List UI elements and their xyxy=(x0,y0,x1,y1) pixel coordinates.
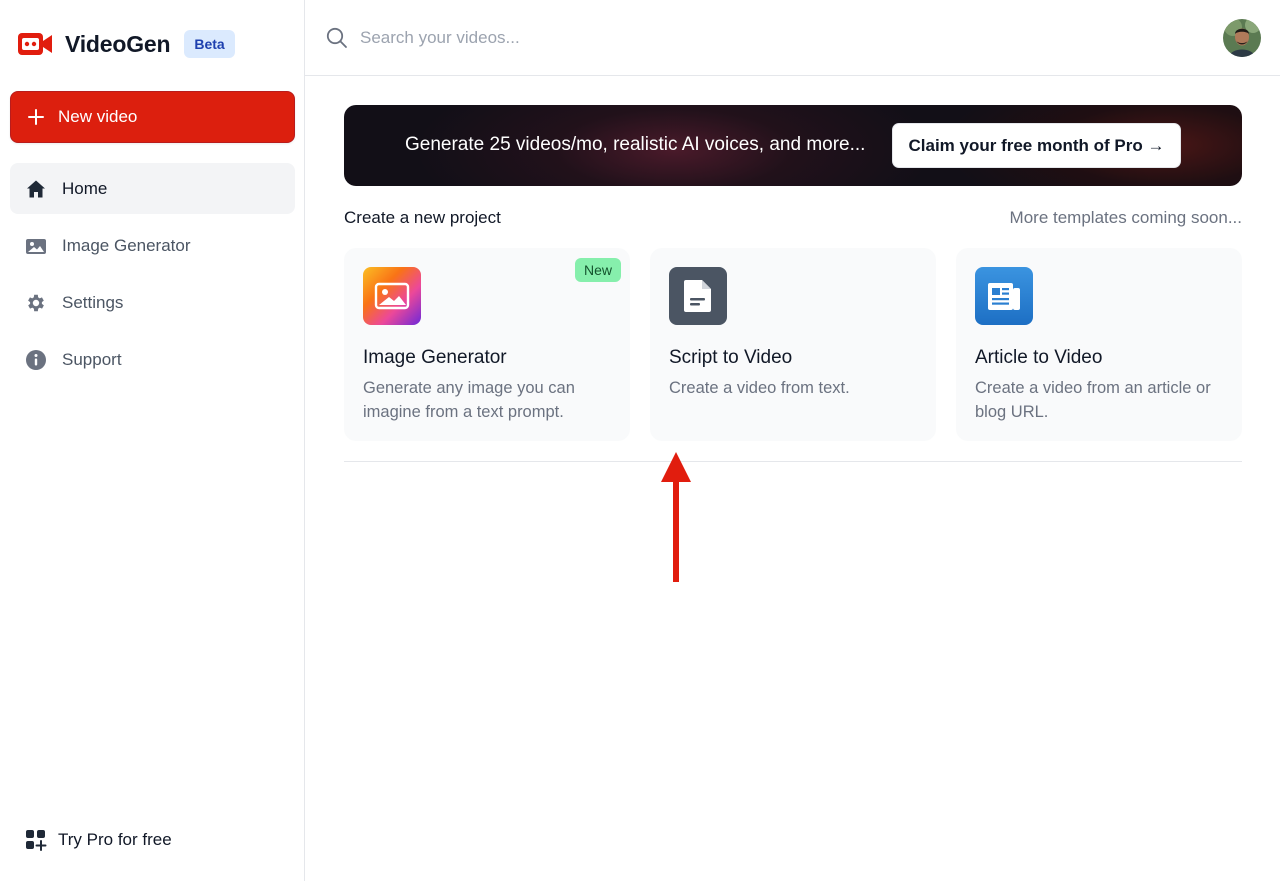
claim-pro-button[interactable]: Claim your free month of Pro → xyxy=(892,123,1181,168)
beta-badge: Beta xyxy=(184,30,235,58)
brand[interactable]: VideoGen Beta xyxy=(18,24,235,64)
sidebar-item-label: Support xyxy=(62,350,122,370)
banner-text: Generate 25 videos/mo, realistic AI voic… xyxy=(405,134,866,155)
card-description: Generate any image you can imagine from … xyxy=(363,379,575,421)
newspaper-icon xyxy=(975,267,1033,325)
sidebar-item-label: Home xyxy=(62,178,108,198)
promo-banner: Generate 25 videos/mo, realistic AI voic… xyxy=(344,105,1242,186)
sidebar-item-support[interactable]: Support xyxy=(10,335,295,386)
sidebar-item-settings[interactable]: Settings xyxy=(10,278,295,329)
new-badge: New xyxy=(574,258,621,282)
search-icon xyxy=(326,27,347,48)
card-description: Create a video from text. xyxy=(669,379,850,397)
image-icon xyxy=(25,235,47,257)
avatar[interactable] xyxy=(1223,19,1261,57)
red-arrow-annotation xyxy=(661,452,691,582)
card-image-generator[interactable]: New Image Generator Generate any image y… xyxy=(344,248,630,441)
sidebar-item-label: Image Generator xyxy=(62,235,191,255)
section-note: More templates coming soon... xyxy=(1009,208,1242,227)
gradient-image-icon xyxy=(363,267,421,325)
card-title: Article to Video xyxy=(975,347,1103,368)
card-article-to-video[interactable]: Article to Video Create a video from an … xyxy=(956,248,1242,441)
new-video-label: New video xyxy=(58,107,138,126)
grid-plus-icon xyxy=(26,830,47,851)
new-video-button[interactable]: New video xyxy=(10,91,295,143)
card-script-to-video[interactable]: Script to Video Create a video from text… xyxy=(650,248,936,441)
info-icon xyxy=(25,349,47,371)
document-icon xyxy=(669,267,727,325)
plus-icon xyxy=(28,109,44,125)
try-pro-label: Try Pro for free xyxy=(58,830,172,849)
section-divider xyxy=(344,461,1242,462)
gear-icon xyxy=(25,292,47,314)
top-bar xyxy=(305,0,1280,76)
home-icon xyxy=(25,178,47,200)
sidebar-item-home[interactable]: Home xyxy=(10,163,295,214)
card-title: Script to Video xyxy=(669,347,793,368)
brand-name: VideoGen xyxy=(65,30,171,57)
section-title: Create a new project xyxy=(344,208,501,227)
sidebar-item-label: Settings xyxy=(62,293,124,313)
try-pro-link[interactable]: Try Pro for free xyxy=(25,829,172,851)
sidebar-nav: Home Image Generator Settings Support xyxy=(10,163,295,392)
sidebar-item-image-generator[interactable]: Image Generator xyxy=(10,220,295,271)
search-input[interactable] xyxy=(360,22,960,54)
video-camera-logo-icon xyxy=(18,33,52,55)
card-title: Image Generator xyxy=(363,347,507,368)
sidebar: VideoGen Beta New video Home Image Gener… xyxy=(0,0,305,881)
card-description: Create a video from an article or blog U… xyxy=(975,379,1211,421)
